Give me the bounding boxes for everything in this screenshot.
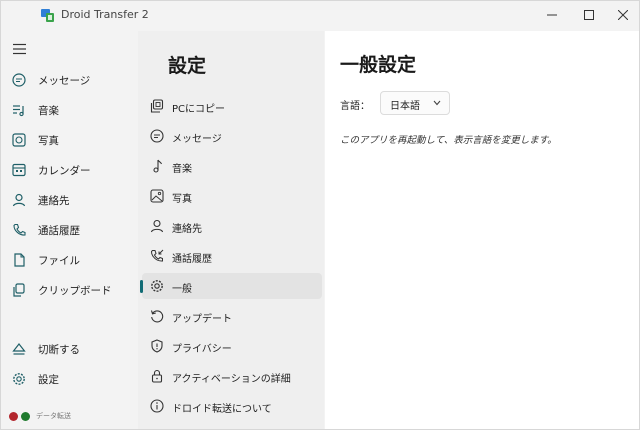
selection-indicator	[140, 280, 143, 293]
settings-item-contacts[interactable]: 連絡先	[142, 213, 322, 239]
nav-item-settings[interactable]: 設定	[1, 365, 137, 393]
status-red-icon	[9, 411, 18, 421]
settings-panel: 設定 PCにコピー メッセージ 音楽 写真 連絡先 通話履歴 一般 アップデート…	[138, 31, 324, 429]
general-settings-content: 一般設定 言語： 日本語 このアプリを再起動して、表示言語を変更します。	[325, 31, 639, 429]
copy-to-pc-icon	[150, 99, 164, 113]
eject-icon	[12, 342, 26, 356]
contact-icon	[150, 219, 164, 233]
update-icon	[150, 309, 164, 323]
language-dropdown[interactable]: 日本語	[380, 91, 450, 115]
nav-label: 連絡先	[38, 194, 70, 207]
settings-title: 設定	[168, 55, 207, 77]
calendar-icon	[12, 163, 26, 177]
settings-item-label: ドロイド転送について	[172, 404, 272, 415]
settings-item-label: 連絡先	[172, 224, 202, 235]
nav-label: ファイル	[38, 254, 80, 267]
nav-item-music[interactable]: 音楽	[1, 96, 137, 124]
settings-item-updates[interactable]: アップデート	[142, 303, 322, 329]
nav-item-messages[interactable]: メッセージ	[1, 66, 137, 94]
settings-item-messages[interactable]: メッセージ	[142, 123, 322, 149]
message-icon	[12, 73, 26, 87]
shield-icon	[150, 339, 164, 353]
photo-icon	[12, 133, 26, 147]
settings-item-copy-to-pc[interactable]: PCにコピー	[142, 93, 322, 119]
settings-item-general[interactable]: 一般	[140, 273, 322, 299]
app-logo-icon	[40, 7, 56, 23]
clipboard-icon	[12, 283, 26, 297]
nav-label: 設定	[38, 373, 59, 386]
status-label: データ転送	[36, 412, 71, 420]
settings-item-label: アップデート	[172, 314, 232, 325]
music-note-icon	[150, 159, 164, 173]
settings-item-music[interactable]: 音楽	[142, 153, 322, 179]
settings-item-label: 写真	[172, 194, 192, 205]
nav-label: 写真	[38, 134, 59, 147]
language-value: 日本語	[390, 101, 420, 112]
settings-item-call-history[interactable]: 通話履歴	[142, 243, 322, 269]
settings-item-activation[interactable]: アクティベーションの詳細	[142, 363, 322, 389]
settings-item-label: 通話履歴	[172, 254, 212, 265]
nav-item-call-history[interactable]: 通話履歴	[1, 216, 137, 244]
info-icon	[150, 399, 164, 413]
hamburger-menu-icon[interactable]	[13, 43, 27, 55]
status-green-icon	[21, 411, 30, 421]
lock-icon	[150, 369, 164, 383]
nav-item-calendar[interactable]: カレンダー	[1, 156, 137, 184]
nav-item-contacts[interactable]: 連絡先	[1, 186, 137, 214]
nav-label: カレンダー	[38, 164, 91, 177]
app-title: Droid Transfer 2	[61, 8, 149, 21]
phone-icon	[12, 223, 26, 237]
nav-label: 音楽	[38, 104, 59, 117]
settings-item-label: PCにコピー	[172, 104, 226, 115]
file-icon	[12, 253, 26, 267]
app-window: Droid Transfer 2 メッセージ 音楽 写真 カレンダー 連絡先 通…	[0, 0, 640, 430]
nav-label: 切断する	[38, 343, 80, 356]
settings-item-photos[interactable]: 写真	[142, 183, 322, 209]
music-icon	[12, 103, 26, 117]
gear-icon	[150, 279, 164, 293]
settings-item-label: メッセージ	[172, 134, 222, 145]
connection-status: データ転送	[9, 411, 71, 421]
page-title: 一般設定	[340, 54, 417, 76]
gear-icon	[12, 372, 26, 386]
maximize-button[interactable]	[571, 1, 607, 29]
settings-item-privacy[interactable]: プライバシー	[142, 333, 322, 359]
message-icon	[150, 129, 164, 143]
settings-item-label: 一般	[172, 284, 192, 295]
language-label: 言語：	[340, 101, 370, 112]
disconnect-button[interactable]: 切断する	[1, 335, 137, 363]
chevron-down-icon	[433, 100, 441, 106]
minimize-button[interactable]	[534, 1, 570, 29]
photo-icon	[150, 189, 164, 203]
nav-item-files[interactable]: ファイル	[1, 246, 137, 274]
nav-label: クリップボード	[38, 284, 112, 297]
nav-label: 通話履歴	[38, 224, 80, 237]
settings-item-label: 音楽	[172, 164, 192, 175]
nav-item-clipboard[interactable]: クリップボード	[1, 276, 137, 304]
title-bar: Droid Transfer 2	[1, 1, 639, 29]
settings-item-label: アクティベーションの詳細	[172, 374, 291, 385]
settings-item-about[interactable]: ドロイド転送について	[142, 393, 322, 419]
call-history-icon	[150, 249, 164, 263]
settings-item-label: プライバシー	[172, 344, 232, 355]
nav-label: メッセージ	[38, 74, 91, 87]
nav-item-photos[interactable]: 写真	[1, 126, 137, 154]
language-note: このアプリを再起動して、表示言語を変更します。	[340, 135, 557, 146]
close-button[interactable]	[605, 1, 640, 29]
left-nav: メッセージ 音楽 写真 カレンダー 連絡先 通話履歴 ファイル クリップボード …	[1, 29, 137, 429]
contact-icon	[12, 193, 26, 207]
